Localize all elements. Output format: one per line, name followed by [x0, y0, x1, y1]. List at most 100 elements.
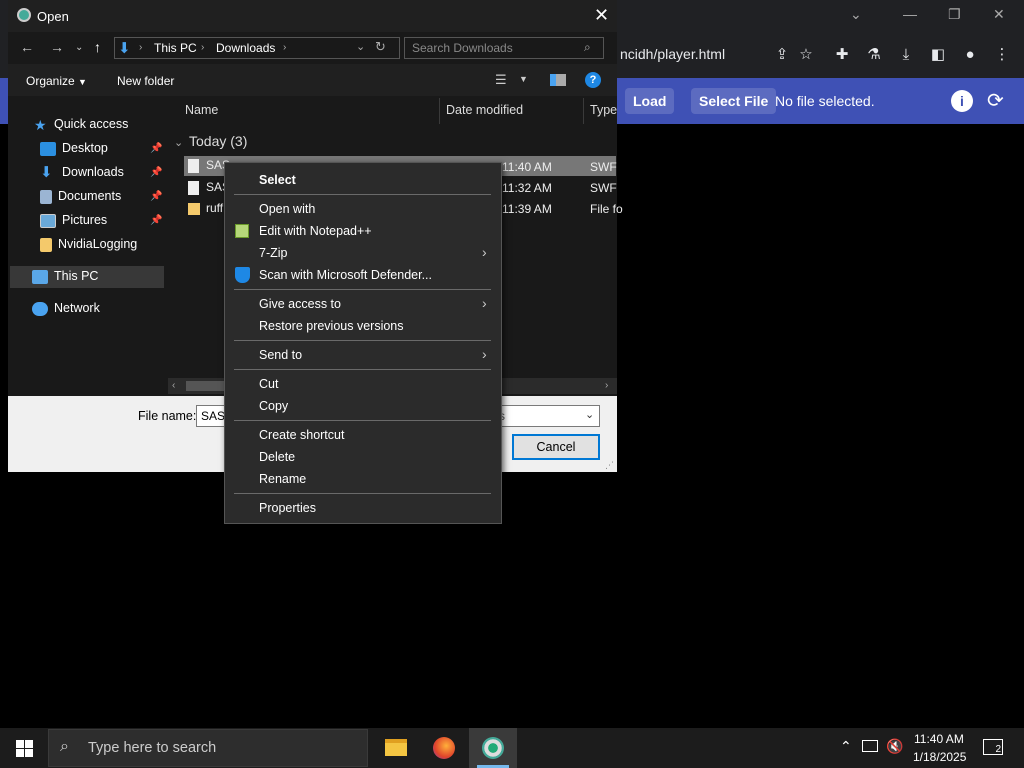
windows-start-icon[interactable] — [16, 740, 33, 757]
menu-item-rename[interactable]: Rename — [259, 472, 306, 486]
start-icon-pane — [16, 740, 24, 748]
address-refresh-icon[interactable]: ↻ — [375, 39, 386, 55]
side-panel-icon[interactable]: ◧ — [928, 45, 948, 65]
file-row[interactable]: ruff — [188, 201, 223, 215]
menu-item-edit-notepad[interactable]: Edit with Notepad++ — [259, 224, 372, 238]
menu-separator — [234, 493, 491, 494]
nav-item-downloads[interactable]: ⬇ Downloads — [40, 161, 124, 183]
volume-muted-icon[interactable]: 🔇 — [886, 738, 903, 755]
load-button[interactable]: Load — [625, 88, 675, 114]
chrome-taskbar-icon — [482, 737, 504, 759]
organize-button[interactable]: Organize ▼ — [26, 74, 87, 88]
preview-pane-icon[interactable] — [550, 74, 566, 86]
group-collapse-chevron-icon[interactable]: ⌄ — [174, 136, 183, 149]
file-type-filter[interactable]: s ⌄ — [488, 405, 600, 427]
menu-item-create-shortcut[interactable]: Create shortcut — [259, 428, 344, 442]
dialog-close-icon[interactable]: ✕ — [594, 5, 609, 26]
extensions-icon[interactable]: ✚ — [832, 45, 852, 65]
restore-icon[interactable]: ❐ — [948, 6, 961, 23]
nav-item-desktop[interactable]: Desktop — [40, 137, 108, 159]
menu-item-give-access[interactable]: Give access to — [259, 297, 341, 311]
submenu-chevron-icon: › — [482, 295, 487, 311]
nav-item-pictures[interactable]: Pictures — [40, 209, 107, 231]
network-tray-icon[interactable] — [862, 740, 878, 752]
view-chevron-icon[interactable]: ▼ — [519, 74, 528, 84]
address-bar-url[interactable]: ncidh/player.html — [620, 46, 725, 62]
search-icon: ⌕ — [584, 40, 591, 54]
file-date: 11:39 AM — [502, 202, 552, 216]
labs-flask-icon[interactable]: ⚗ — [864, 45, 884, 65]
column-header-date[interactable]: Date modified — [446, 103, 523, 117]
breadcrumb-this-pc[interactable]: This PC — [154, 41, 197, 55]
dialog-title: Open — [37, 9, 69, 24]
file-explorer-icon[interactable] — [385, 739, 407, 756]
refresh-icon[interactable]: ⟳ — [987, 88, 1004, 113]
menu-separator — [234, 289, 491, 290]
select-file-button[interactable]: Select File — [691, 88, 777, 114]
menu-item-cut[interactable]: Cut — [259, 377, 278, 391]
firefox-icon[interactable] — [433, 737, 455, 759]
defender-icon — [235, 267, 250, 283]
notification-center-icon[interactable]: 2 — [983, 739, 1003, 755]
file-name: ruff — [206, 201, 224, 215]
start-icon-pane — [25, 749, 33, 757]
menu-item-restore-versions[interactable]: Restore previous versions — [259, 319, 404, 333]
menu-item-delete[interactable]: Delete — [259, 450, 295, 464]
cancel-button[interactable]: Cancel — [512, 434, 600, 460]
submenu-chevron-icon: › — [482, 346, 487, 362]
scroll-left-icon[interactable]: ‹ — [172, 380, 175, 391]
nav-item-this-pc[interactable]: This PC — [32, 265, 98, 287]
nav-item-network[interactable]: Network — [32, 297, 100, 319]
scroll-right-icon[interactable]: › — [605, 380, 608, 391]
file-type: SWF — [590, 181, 617, 195]
share-icon[interactable]: ⇪ — [772, 45, 792, 65]
up-arrow-icon[interactable]: ↑ — [94, 39, 101, 55]
downloads-icon[interactable]: ⤓ — [896, 45, 916, 65]
breadcrumb-downloads[interactable]: Downloads — [216, 41, 275, 55]
forward-arrow-icon[interactable]: → — [50, 39, 64, 55]
minimize-icon[interactable]: — — [903, 6, 917, 22]
close-window-icon[interactable]: ✕ — [993, 6, 1005, 23]
profile-icon[interactable]: ● — [960, 45, 980, 65]
download-icon: ⬇ — [40, 163, 53, 181]
nav-item-documents[interactable]: Documents — [40, 185, 121, 207]
menu-item-scan-defender[interactable]: Scan with Microsoft Defender... — [259, 268, 432, 282]
group-header-today[interactable]: Today (3) — [189, 133, 247, 149]
menu-item-copy[interactable]: Copy — [259, 399, 288, 413]
bookmark-star-icon[interactable]: ☆ — [796, 45, 816, 65]
submenu-chevron-icon: › — [482, 244, 487, 260]
menu-item-send-to[interactable]: Send to — [259, 348, 302, 362]
menu-kebab-icon[interactable]: ⋮ — [992, 45, 1012, 65]
search-placeholder: Search Downloads — [412, 41, 513, 55]
menu-separator — [234, 340, 491, 341]
column-separator — [439, 98, 440, 124]
address-dropdown-icon[interactable]: ⌄ — [356, 40, 365, 53]
folder-icon — [188, 202, 200, 215]
clock-date[interactable]: 1/18/2025 — [913, 750, 966, 764]
column-header-type[interactable]: Type — [590, 103, 617, 117]
show-hidden-icons-chevron-icon[interactable]: ⌃ — [840, 738, 852, 755]
clock-time[interactable]: 11:40 AM — [914, 732, 964, 746]
help-icon[interactable]: ? — [585, 72, 601, 88]
document-icon — [40, 189, 52, 204]
new-folder-button[interactable]: New folder — [117, 74, 174, 88]
menu-item-select[interactable]: Select — [259, 173, 296, 187]
recent-chevron-icon[interactable]: ⌄ — [75, 42, 83, 53]
column-header-name[interactable]: Name — [185, 103, 218, 117]
desktop-icon — [40, 141, 56, 156]
back-arrow-icon[interactable]: ← — [20, 39, 34, 55]
nav-item-quick-access[interactable]: ★ Quick access — [34, 113, 128, 135]
tab-search-icon[interactable]: ⌄ — [850, 6, 862, 23]
view-list-icon[interactable]: ☰ — [495, 72, 507, 88]
info-icon[interactable]: i — [951, 90, 973, 112]
nav-label: Network — [54, 301, 100, 315]
file-type: SWF — [590, 160, 617, 174]
filter-chevron-icon: ⌄ — [585, 409, 595, 421]
taskbar-search-icon: ⌕ — [60, 738, 69, 755]
menu-item-open-with[interactable]: Open with — [259, 202, 315, 216]
nav-label: Desktop — [62, 141, 108, 155]
nav-item-nvidialogging[interactable]: NvidiaLogging — [40, 233, 137, 255]
menu-item-properties[interactable]: Properties — [259, 501, 316, 515]
resize-grip-icon[interactable]: ⋰ — [605, 460, 614, 471]
menu-item-7zip[interactable]: 7-Zip — [259, 246, 287, 260]
